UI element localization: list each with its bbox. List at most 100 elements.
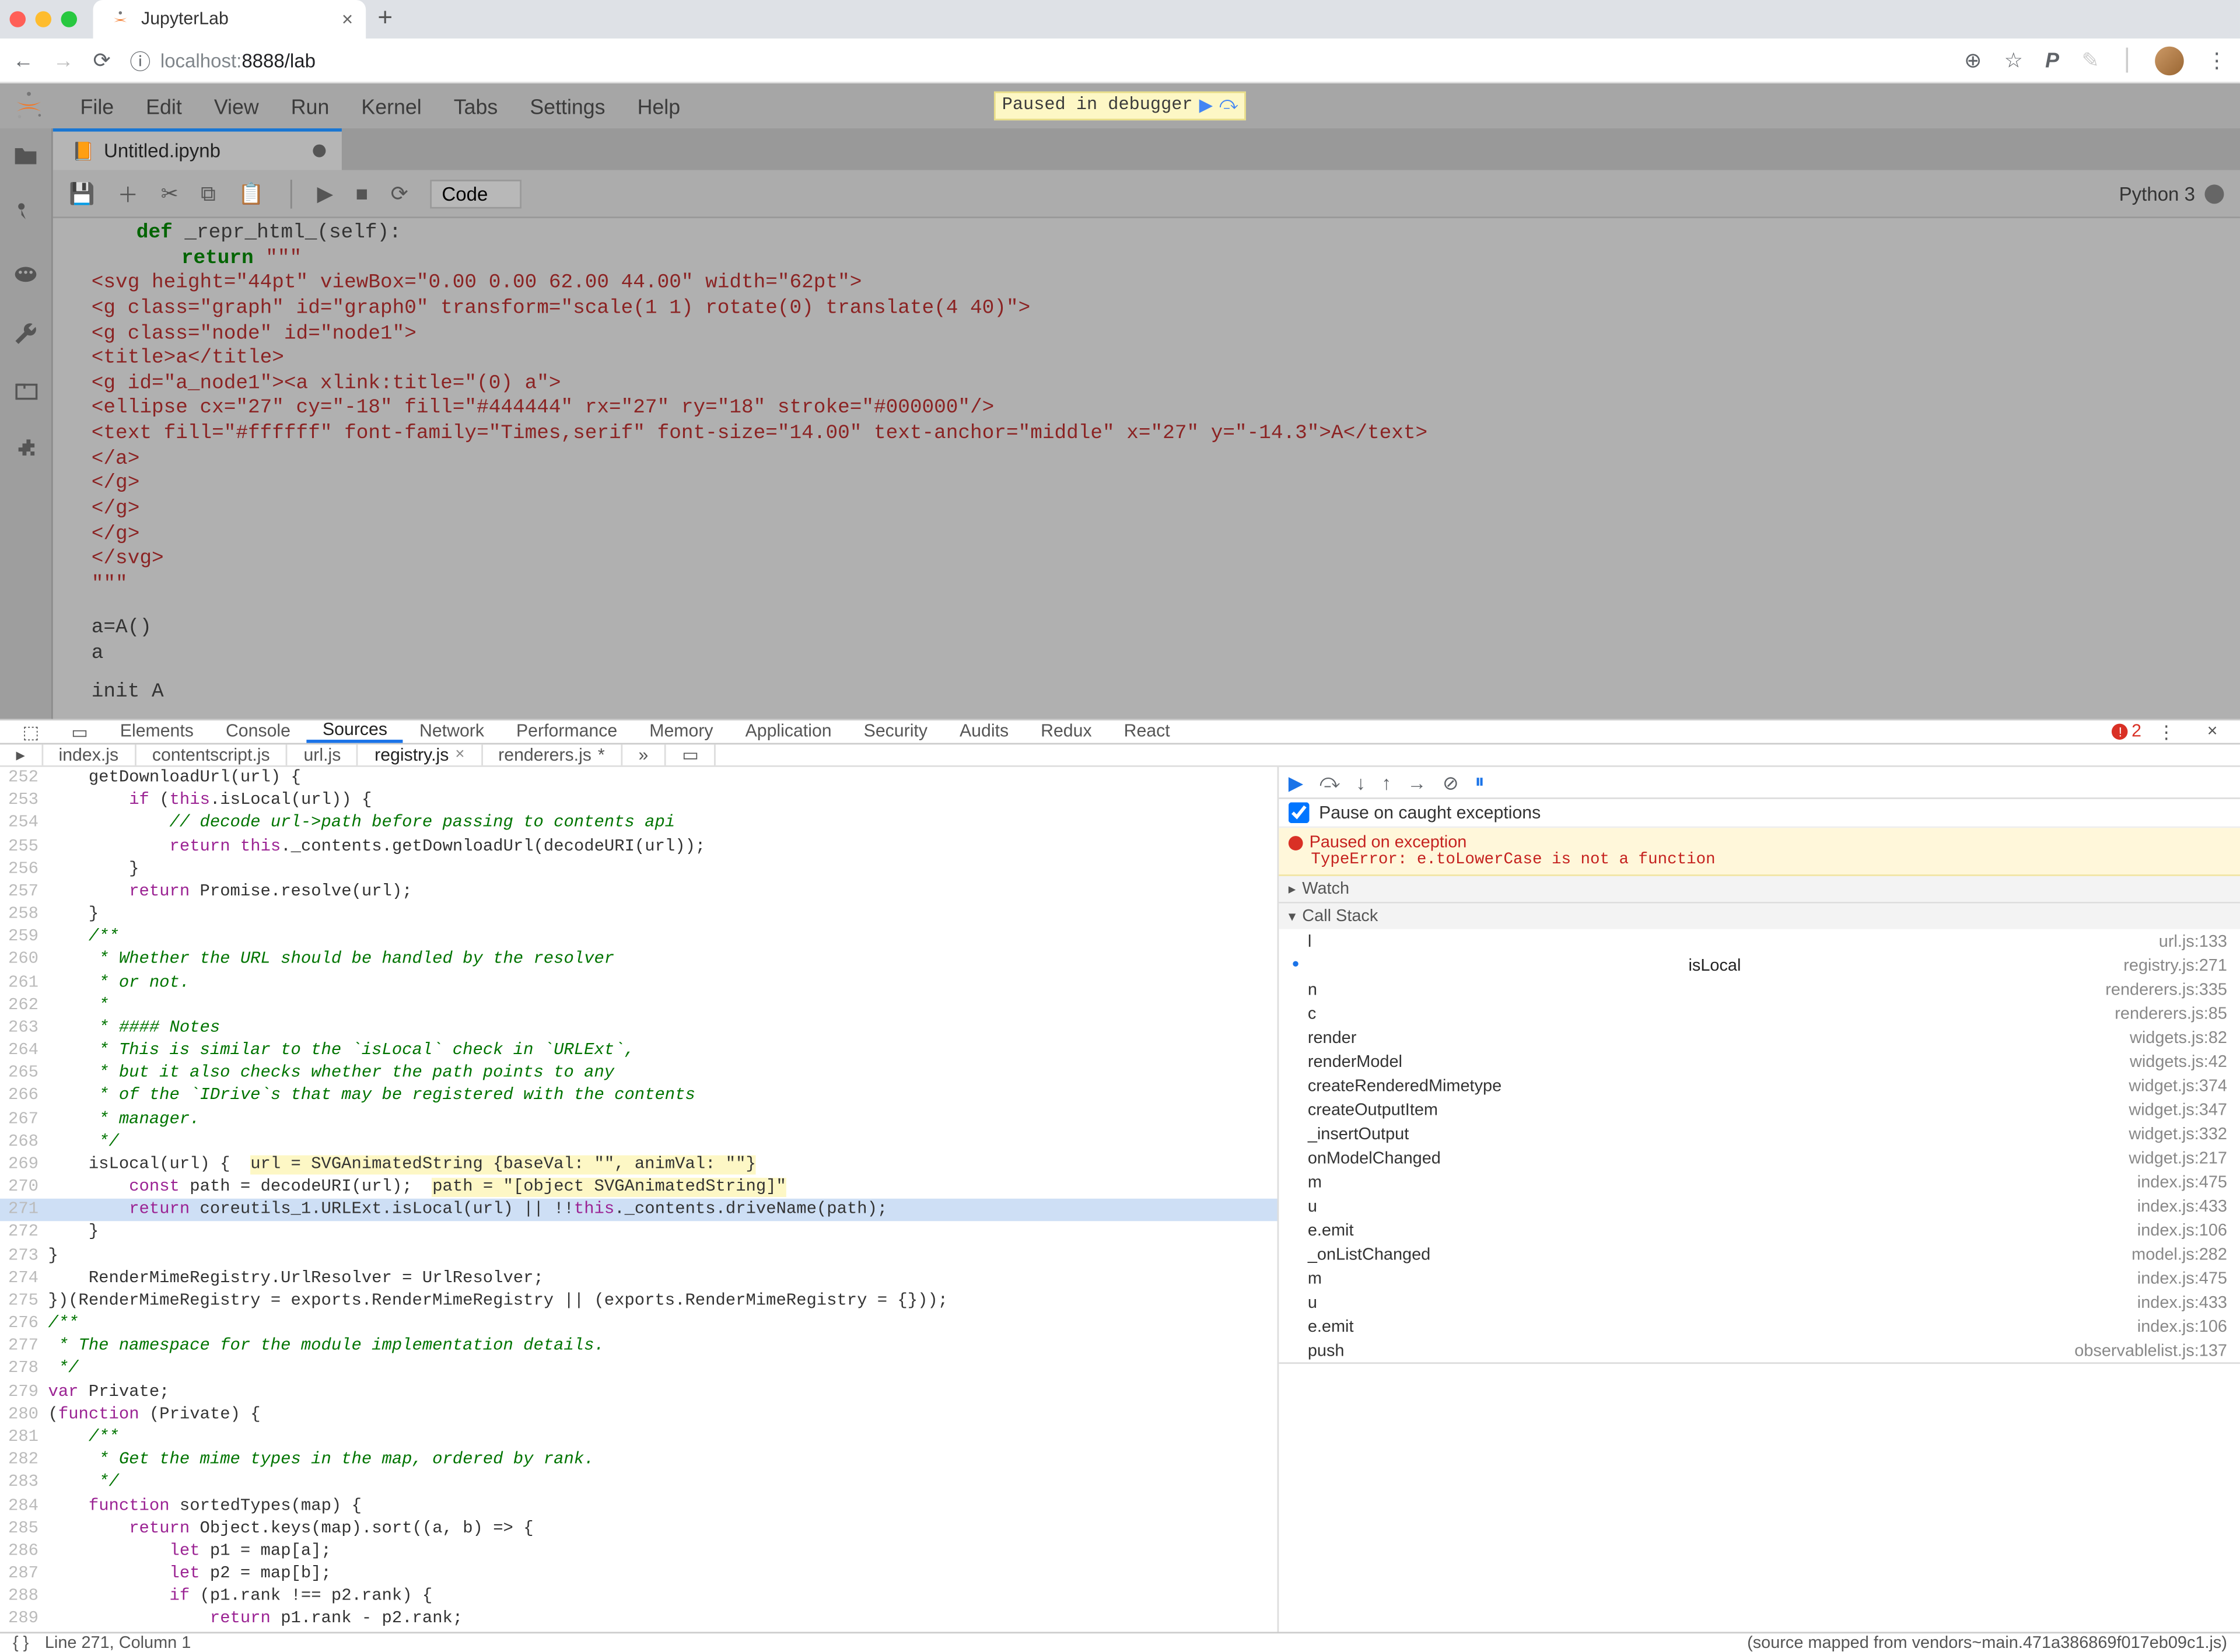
source-line[interactable]: 280(function (Private) {: [0, 1404, 1278, 1426]
braces-icon[interactable]: { }: [13, 1633, 29, 1652]
source-editor[interactable]: 252 getDownloadUrl(url) {253 if (this.is…: [0, 767, 1278, 1631]
close-tab-button[interactable]: ×: [342, 8, 353, 31]
step-over-button[interactable]: ⤼: [1320, 770, 1340, 794]
source-line[interactable]: 252 getDownloadUrl(url) {: [0, 767, 1278, 790]
profile-avatar[interactable]: [2155, 46, 2184, 75]
copy-button[interactable]: ⧉: [201, 180, 216, 206]
source-line[interactable]: 287 let p2 = map[b];: [0, 1563, 1278, 1586]
save-button[interactable]: 💾: [69, 180, 95, 206]
pretty-print-icon[interactable]: ▭: [666, 744, 716, 765]
debugger-resume-icon[interactable]: ▶: [1199, 94, 1213, 117]
browser-tab[interactable]: JupyterLab ×: [93, 0, 366, 38]
source-line[interactable]: 262 *: [0, 995, 1278, 1017]
pause-exceptions-button[interactable]: ⏸: [1475, 770, 1485, 794]
bookmark-icon[interactable]: ☆: [2004, 47, 2023, 73]
menu-kernel[interactable]: Kernel: [345, 94, 438, 118]
file-tab-registry-js[interactable]: registry.js ×: [359, 744, 482, 765]
devtools-tab-memory[interactable]: Memory: [634, 720, 729, 743]
extension-wand-icon[interactable]: ✎: [2082, 47, 2099, 73]
menu-run[interactable]: Run: [275, 94, 345, 118]
step-into-button[interactable]: ↓: [1356, 771, 1366, 794]
source-line[interactable]: 255 return this._contents.getDownloadUrl…: [0, 835, 1278, 858]
file-browser-icon[interactable]: [13, 145, 38, 167]
stack-frame[interactable]: mindex.js:475: [1279, 1170, 2240, 1194]
paste-button[interactable]: 📋: [238, 180, 264, 206]
more-tabs-icon[interactable]: »: [622, 744, 666, 765]
source-line[interactable]: 264 * This is similar to the `isLocal` c…: [0, 1040, 1278, 1063]
site-info-icon[interactable]: ⓘ: [130, 45, 151, 75]
reload-button[interactable]: ⟳: [93, 47, 111, 73]
stack-frame[interactable]: mindex.js:475: [1279, 1266, 2240, 1290]
close-window-button[interactable]: [10, 11, 26, 27]
source-line[interactable]: 273}: [0, 1244, 1278, 1267]
source-line[interactable]: 254 // decode url->path before passing t…: [0, 813, 1278, 835]
devtools-close-icon[interactable]: ×: [2191, 720, 2234, 743]
file-tab-url-js[interactable]: url.js: [288, 744, 359, 765]
notebook-tab[interactable]: 📙 Untitled.ipynb: [53, 128, 342, 170]
resume-button[interactable]: ▶: [1289, 771, 1303, 794]
source-line[interactable]: 260 * Whether the URL should be handled …: [0, 949, 1278, 972]
devtools-tab-security[interactable]: Security: [848, 720, 943, 743]
source-line[interactable]: 289 return p1.rank - p2.rank;: [0, 1608, 1278, 1631]
inspect-element-icon[interactable]: ⬚: [6, 720, 55, 743]
add-cell-button[interactable]: ＋: [117, 178, 138, 208]
stack-frame[interactable]: createOutputItemwidget.js:347: [1279, 1097, 2240, 1121]
notebook-cell[interactable]: def _repr_html_(self): return """ <svg h…: [53, 218, 2240, 719]
stack-frame[interactable]: nrenderers.js:335: [1279, 977, 2240, 1001]
source-line[interactable]: 286 let p1 = map[a];: [0, 1540, 1278, 1563]
source-line[interactable]: 265 * but it also checks whether the pat…: [0, 1063, 1278, 1086]
file-tab-index-js[interactable]: index.js: [43, 744, 136, 765]
stack-frame[interactable]: createRenderedMimetypewidget.js:374: [1279, 1073, 2240, 1097]
source-line[interactable]: 269 isLocal(url) { url = SVGAnimatedStri…: [0, 1154, 1278, 1177]
stack-frame[interactable]: e.emitindex.js:106: [1279, 1218, 2240, 1242]
stack-frame[interactable]: _onListChangedmodel.js:282: [1279, 1242, 2240, 1266]
restart-button[interactable]: ⟳: [391, 180, 408, 206]
stack-frame[interactable]: renderModelwidgets.js:42: [1279, 1049, 2240, 1073]
kernel-indicator[interactable]: Python 3: [2119, 182, 2224, 205]
devtools-tab-network[interactable]: Network: [404, 720, 501, 743]
devtools-tab-react[interactable]: React: [1108, 720, 1186, 743]
chrome-menu-icon[interactable]: ⋮: [2206, 47, 2227, 73]
stack-frame[interactable]: uindex.js:433: [1279, 1194, 2240, 1218]
devtools-tab-application[interactable]: Application: [729, 720, 848, 743]
source-line[interactable]: 267 * manager.: [0, 1108, 1278, 1131]
menu-tabs[interactable]: Tabs: [438, 94, 514, 118]
stack-frame[interactable]: lurl.js:133: [1279, 929, 2240, 953]
step-button[interactable]: →: [1408, 771, 1427, 794]
sources-navigator-toggle[interactable]: ▸: [0, 744, 43, 765]
minimize-window-button[interactable]: [36, 11, 52, 27]
stop-button[interactable]: ■: [356, 181, 369, 205]
source-line[interactable]: 288 if (p1.rank !== p2.rank) {: [0, 1586, 1278, 1608]
cell-type-select[interactable]: Code: [430, 179, 522, 208]
source-line[interactable]: 285 return Object.keys(map).sort((a, b) …: [0, 1517, 1278, 1540]
address-bar[interactable]: ⓘ localhost:8888/lab: [130, 45, 1945, 75]
debugger-step-icon[interactable]: ⤼: [1219, 96, 1238, 116]
stack-frame[interactable]: pushobservablelist.js:137: [1279, 1338, 2240, 1362]
devtools-menu-icon[interactable]: ⋮: [2141, 720, 2191, 743]
source-line[interactable]: 283 */: [0, 1472, 1278, 1494]
source-line[interactable]: 261 * or not.: [0, 972, 1278, 995]
source-line[interactable]: 275})(RenderMimeRegistry = exports.Rende…: [0, 1290, 1278, 1312]
menu-settings[interactable]: Settings: [514, 94, 621, 118]
back-button[interactable]: ←: [13, 48, 34, 72]
stack-frame[interactable]: e.emitindex.js:106: [1279, 1314, 2240, 1338]
devtools-tab-redux[interactable]: Redux: [1025, 720, 1108, 743]
source-line[interactable]: 281 /**: [0, 1426, 1278, 1449]
running-icon[interactable]: [15, 202, 37, 228]
pause-caught-checkbox[interactable]: [1289, 802, 1310, 823]
stack-frame[interactable]: crenderers.js:85: [1279, 1001, 2240, 1025]
file-tab-renderers-js[interactable]: renderers.js: [482, 744, 622, 765]
devtools-tab-performance[interactable]: Performance: [500, 720, 633, 743]
stack-frame[interactable]: renderwidgets.js:82: [1279, 1026, 2240, 1049]
jupyter-logo-icon[interactable]: [10, 87, 48, 125]
stack-frame[interactable]: uindex.js:433: [1279, 1290, 2240, 1314]
forward-button[interactable]: →: [53, 48, 74, 72]
extension-manager-icon[interactable]: [13, 436, 37, 460]
menu-view[interactable]: View: [198, 94, 275, 118]
commands-icon[interactable]: [13, 263, 38, 286]
zoom-icon[interactable]: ⊕: [1964, 47, 1982, 73]
extension-bar-icon[interactable]: ⎮: [2122, 47, 2133, 73]
source-line[interactable]: 284 function sortedTypes(map) {: [0, 1494, 1278, 1517]
source-line[interactable]: 277 * The namespace for the module imple…: [0, 1335, 1278, 1358]
source-line[interactable]: 271 return coreutils_1.URLExt.isLocal(ur…: [0, 1199, 1278, 1222]
